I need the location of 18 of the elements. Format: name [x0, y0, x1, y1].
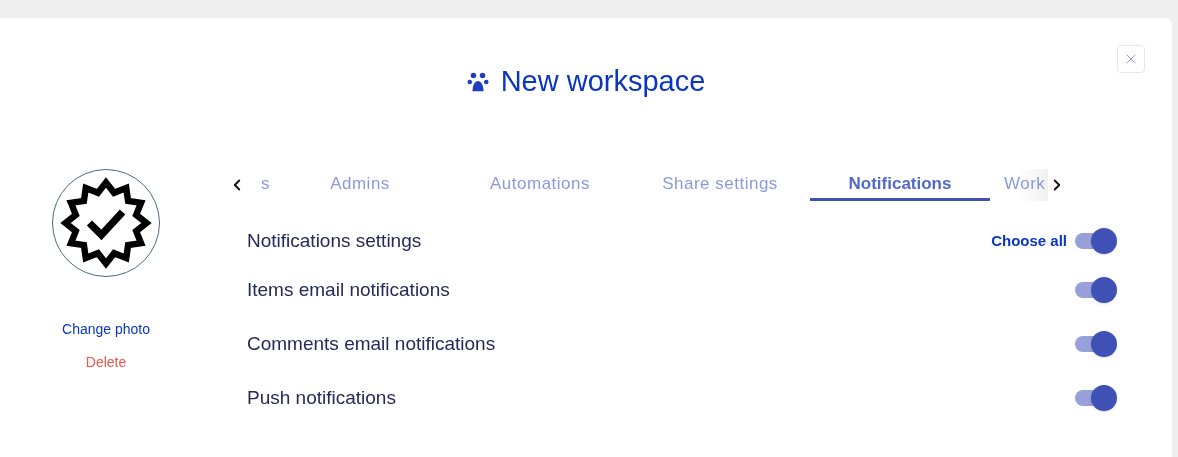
- tab[interactable]: Share settings: [630, 169, 810, 201]
- dialog-title: New workspace: [500, 64, 706, 100]
- notification-label: Comments email notifications: [247, 331, 496, 356]
- toggle-switch[interactable]: [1075, 228, 1117, 254]
- choose-all-label: Choose all: [991, 230, 1067, 251]
- tab[interactable]: s: [250, 169, 270, 201]
- verified-badge-icon: [60, 177, 152, 269]
- delete-link[interactable]: Delete: [85, 352, 127, 373]
- toggle-switch[interactable]: [1075, 277, 1117, 303]
- change-photo-link[interactable]: Change photo: [62, 319, 150, 340]
- section-heading: Notifications settings: [247, 228, 422, 253]
- notification-label: Items email notifications: [247, 277, 450, 302]
- toggle-switch[interactable]: [1075, 385, 1117, 411]
- notification-label: Push notifications: [247, 385, 396, 410]
- toggle-switch[interactable]: [1075, 331, 1117, 357]
- tab[interactable]: Admins: [270, 169, 450, 201]
- tab[interactable]: Automations: [450, 169, 630, 201]
- people-icon: [466, 71, 489, 93]
